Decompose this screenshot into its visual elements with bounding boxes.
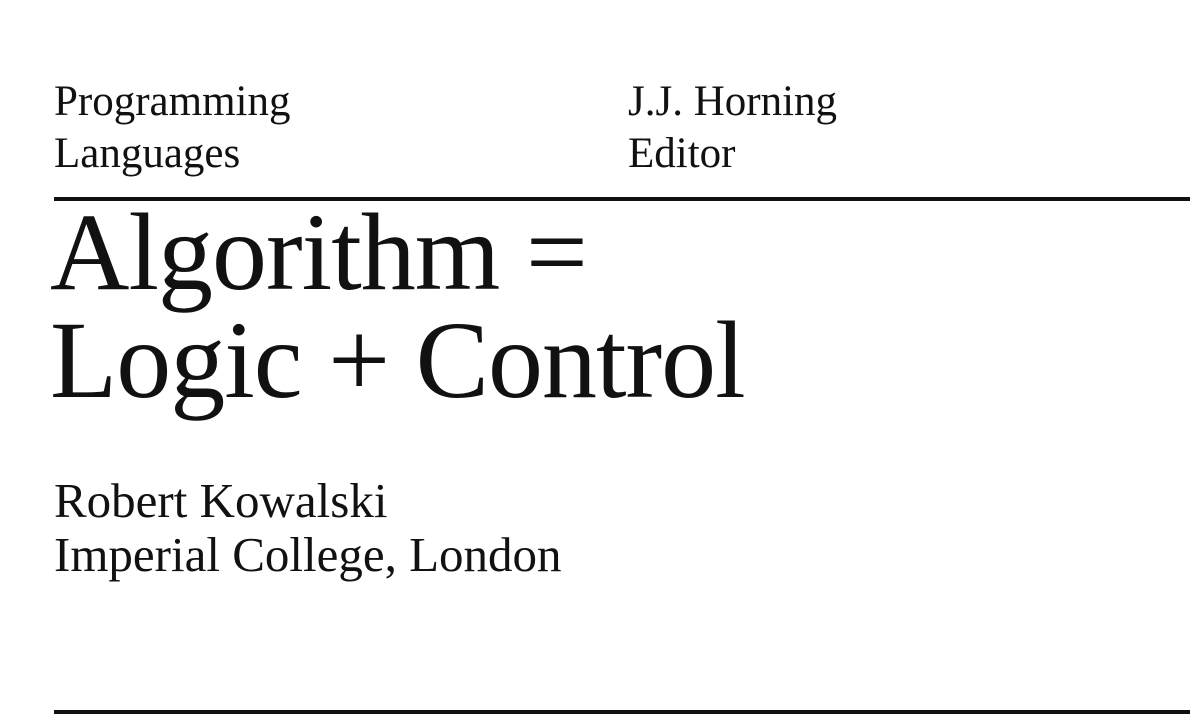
author-affiliation: Imperial College, London bbox=[54, 527, 562, 582]
paper-title-line-1: Algorithm = bbox=[50, 191, 588, 313]
editor-credit: J.J. Horning Editor bbox=[628, 76, 837, 180]
editor-role: Editor bbox=[628, 130, 736, 177]
section-label-line-1: Programming bbox=[54, 78, 291, 125]
editor-name: J.J. Horning bbox=[628, 78, 838, 125]
bottom-divider bbox=[54, 710, 1190, 714]
paper-title-line-2: Logic + Control bbox=[50, 299, 746, 421]
section-label-line-2: Languages bbox=[54, 130, 241, 177]
author-block: Robert Kowalski Imperial College, London bbox=[54, 474, 562, 582]
section-label: Programming Languages bbox=[54, 76, 290, 180]
author-name: Robert Kowalski bbox=[54, 473, 388, 528]
paper-title: Algorithm = Logic + Control bbox=[50, 191, 746, 421]
